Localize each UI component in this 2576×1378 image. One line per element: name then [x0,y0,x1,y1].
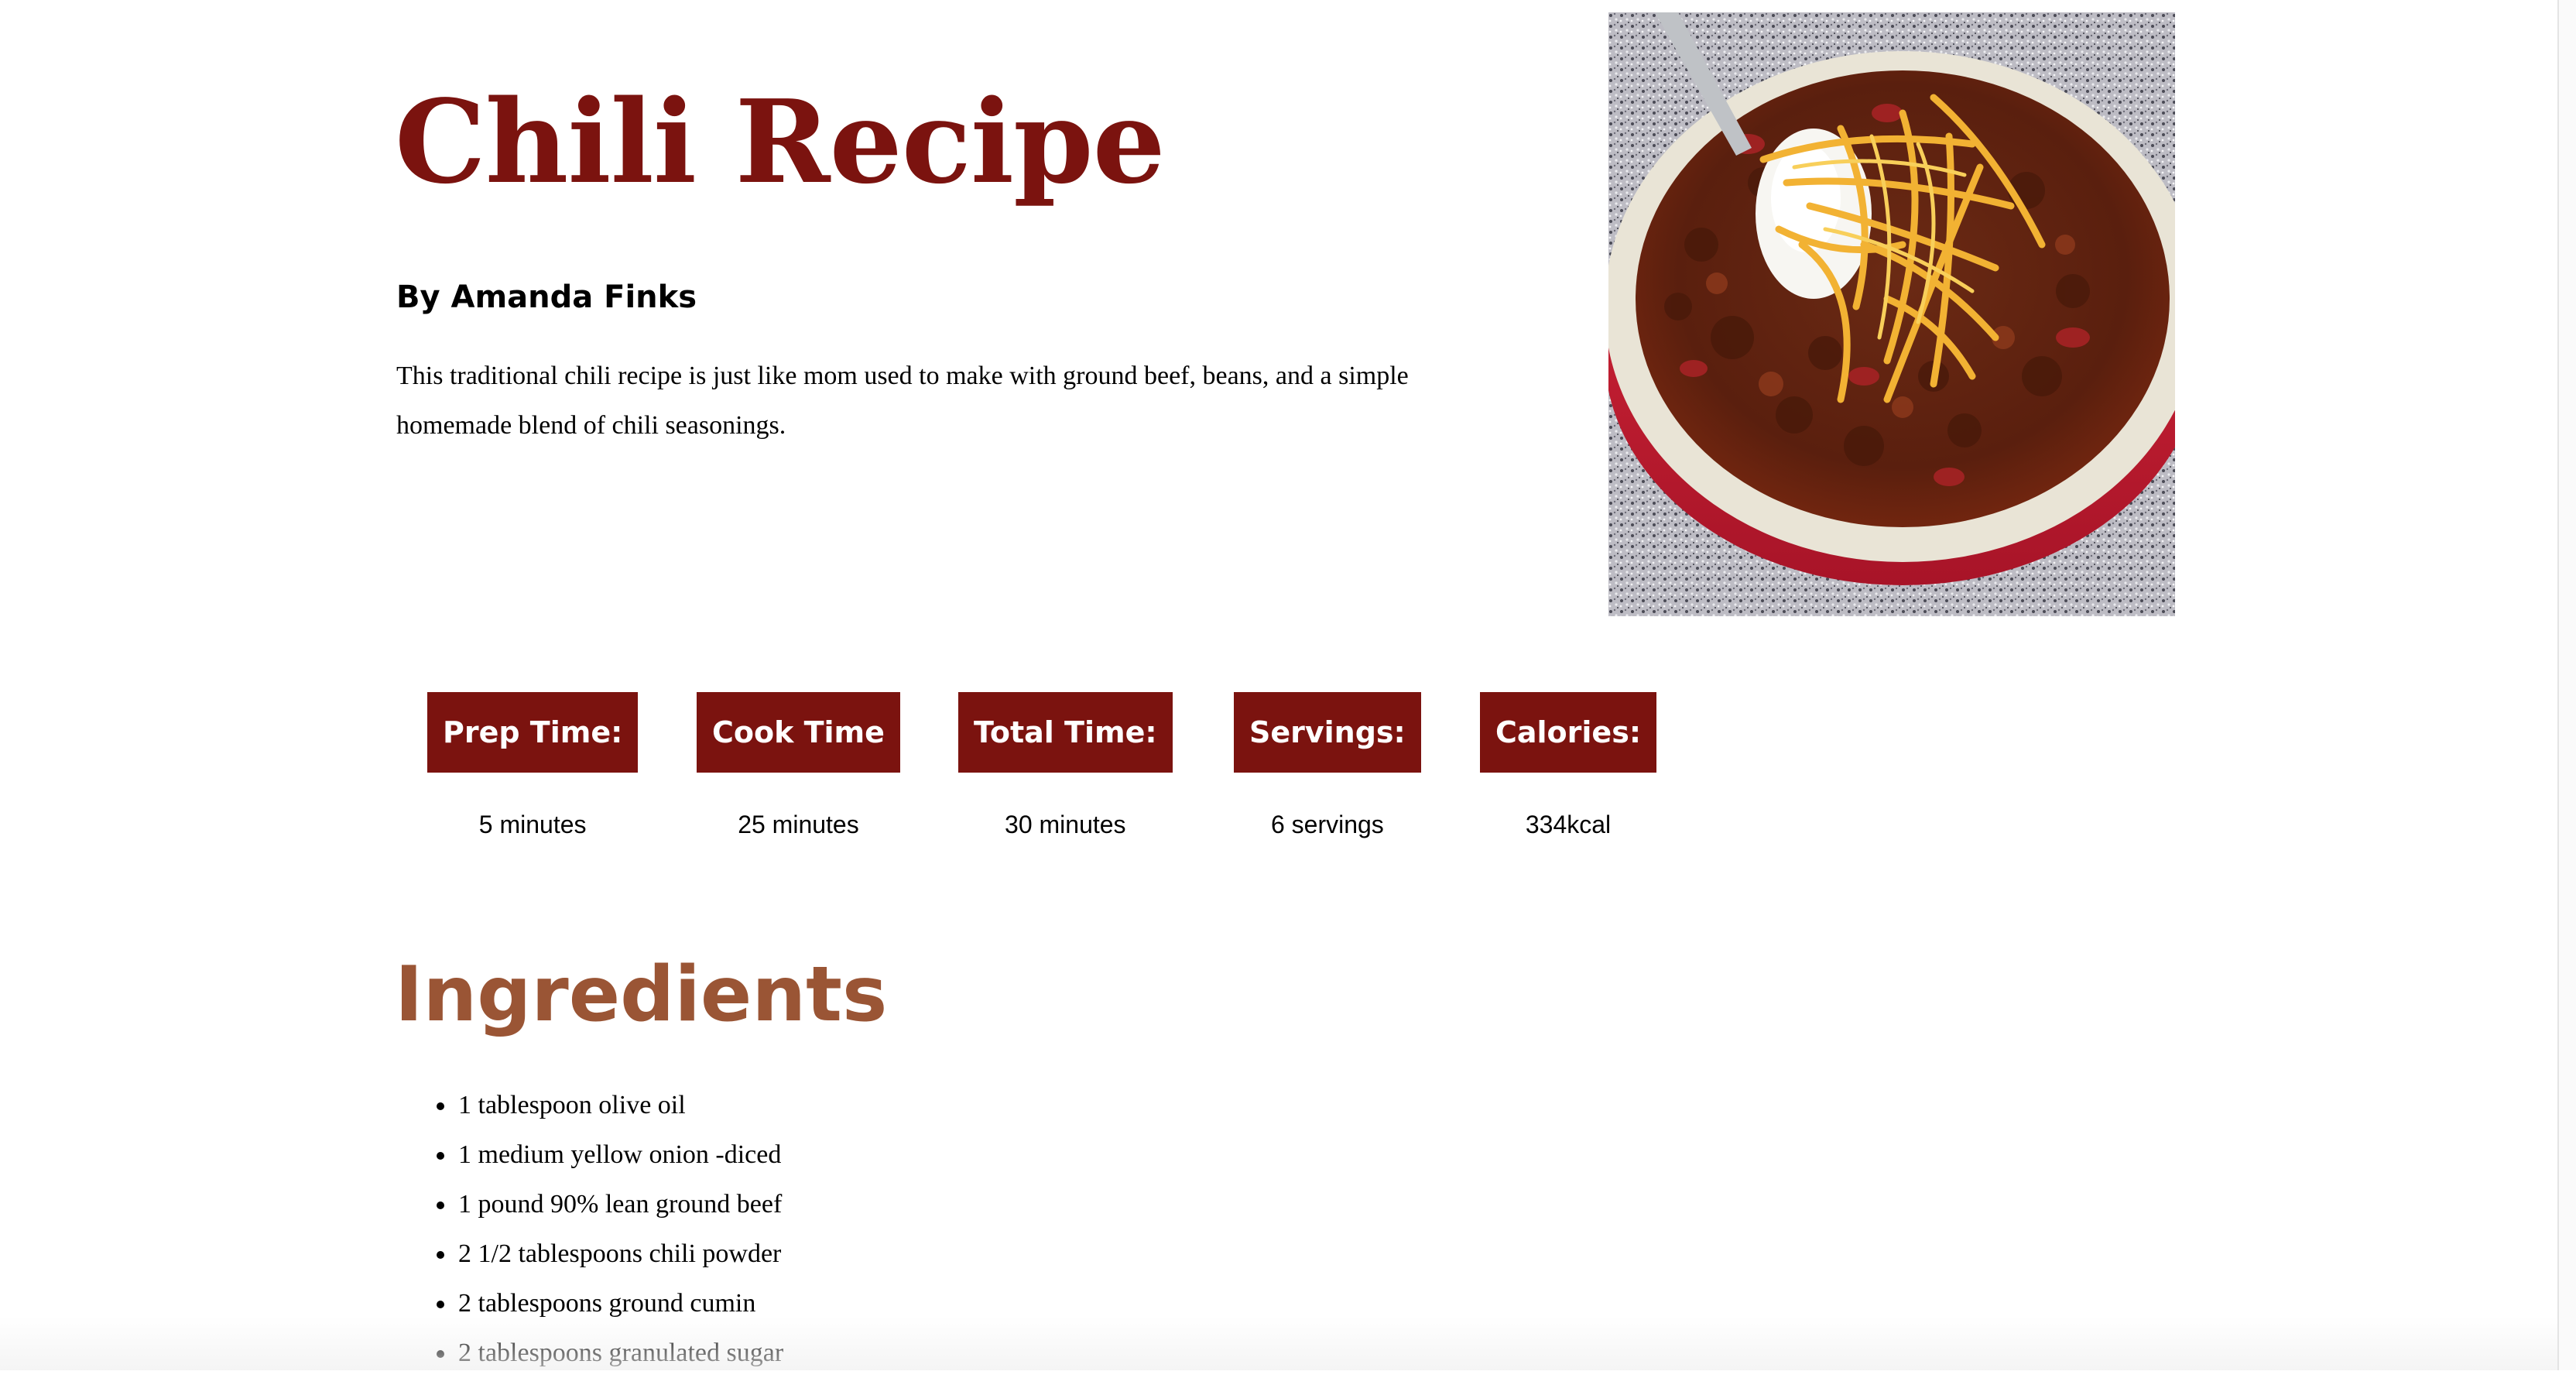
stat-servings: Servings: 6 servings [1234,692,1421,844]
stat-value: 30 minutes [1005,811,1126,838]
stat-label: Servings: [1234,692,1421,773]
bottom-fade [0,1316,2576,1370]
stat-value: 5 minutes [478,811,587,838]
stat-cook-time: Cook Time 25 minutes [697,692,900,844]
stat-value: 334kcal [1525,811,1612,838]
author-byline: By Amanda Finks [396,279,697,315]
stat-value: 6 servings [1270,811,1384,838]
page-title: Chili Recipe [395,74,1166,209]
stat-value: 25 minutes [738,811,859,838]
vertical-scrollbar[interactable] [2557,0,2576,1370]
list-item: 1 medium yellow onion -diced [457,1130,783,1180]
list-item: 2 1/2 tablespoons chili powder [457,1229,783,1279]
list-item: 2 tablespoons granulated sugar [457,1328,783,1378]
recipe-description: This traditional chili recipe is just li… [396,362,1409,440]
recipe-page: Chili Recipe By Amanda Finks This tradit… [0,0,2576,1370]
stat-label: Prep Time: [427,692,639,773]
stat-prep-time: Prep Time: 5 minutes [427,692,639,844]
chili-bowl-photo [1608,12,2175,616]
stat-label: Calories: [1480,692,1657,773]
list-item: 2 tablespoons ground cumin [457,1279,783,1328]
ingredients-heading: Ingredients [395,951,888,1039]
ingredients-list: 1 tablespoon olive oil 1 medium yellow o… [396,1081,783,1378]
list-item: 1 pound 90% lean ground beef [457,1180,783,1229]
stat-label: Total Time: [958,692,1173,773]
stat-total-time: Total Time: 30 minutes [958,692,1173,844]
list-item: 1 tablespoon olive oil [457,1081,783,1130]
stat-label: Cook Time [697,692,900,773]
stat-calories: Calories: 334kcal [1480,692,1657,844]
